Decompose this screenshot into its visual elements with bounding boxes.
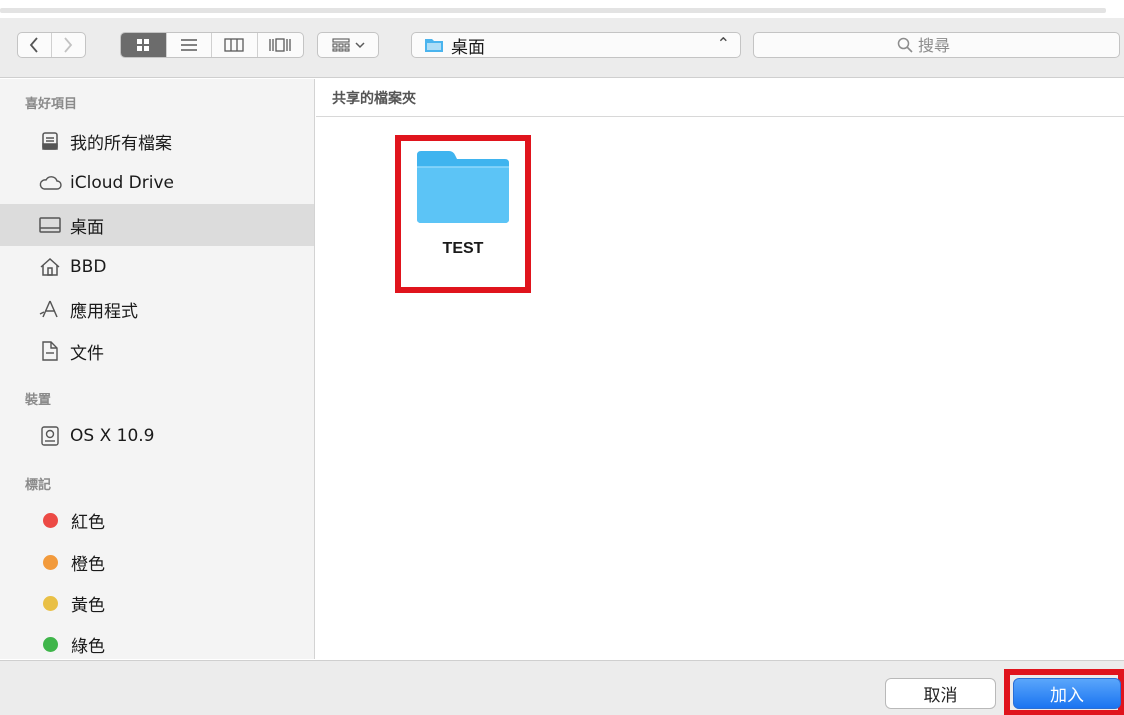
sidebar-item-label: 橙色 bbox=[71, 554, 105, 575]
sidebar-item-label: 綠色 bbox=[71, 636, 105, 657]
list-view-button[interactable] bbox=[167, 33, 212, 57]
sidebar-item-label: 黃色 bbox=[71, 595, 105, 616]
path-popup[interactable]: 桌面 ⌃ bbox=[411, 32, 741, 58]
file-browser: 共享的檔案夾 TEST bbox=[316, 79, 1124, 659]
toolbar: 桌面 ⌃ bbox=[0, 18, 1124, 78]
search-input[interactable] bbox=[918, 35, 976, 55]
sidebar-item-label: 我的所有檔案 bbox=[70, 133, 172, 154]
list-lines-icon bbox=[180, 39, 197, 51]
documents-icon bbox=[38, 339, 62, 363]
path-popup-label: 桌面 bbox=[451, 37, 485, 58]
chevron-left-icon bbox=[30, 37, 38, 53]
sidebar-item-label: iCloud Drive bbox=[70, 173, 175, 193]
chevron-down-icon bbox=[354, 41, 365, 48]
arrange-grid-icon bbox=[331, 38, 350, 52]
columns-icon bbox=[224, 38, 244, 52]
cover-flow-icon bbox=[269, 38, 291, 52]
up-down-arrows-icon: ⌃ bbox=[716, 34, 730, 53]
view-mode-buttons bbox=[120, 32, 304, 58]
search-icon bbox=[897, 37, 913, 53]
sidebar-item-tag-orange[interactable]: 橙色 bbox=[0, 541, 314, 583]
sidebar-item-tag-red[interactable]: 紅色 bbox=[0, 499, 314, 541]
disk-icon bbox=[38, 424, 62, 448]
tags-header: 標記 bbox=[25, 478, 52, 493]
icon-grid-icon bbox=[137, 39, 150, 51]
sidebar-item-disk[interactable]: OS X 10.9 bbox=[0, 415, 314, 457]
arrange-button[interactable] bbox=[317, 32, 379, 58]
desktop-icon bbox=[38, 213, 62, 237]
chevron-right-icon bbox=[64, 37, 73, 53]
sidebar-item-label: OS X 10.9 bbox=[70, 426, 155, 446]
forward-button[interactable] bbox=[52, 33, 86, 57]
icon-view-button[interactable] bbox=[121, 33, 167, 57]
favorites-header: 喜好項目 bbox=[25, 97, 78, 112]
sidebar-item-home[interactable]: BBD bbox=[0, 246, 314, 288]
home-icon bbox=[38, 255, 62, 279]
devices-header: 裝置 bbox=[25, 393, 52, 408]
window-top-strip bbox=[0, 0, 1124, 14]
sidebar-item-label: 紅色 bbox=[71, 512, 105, 533]
sidebar-item-label: BBD bbox=[70, 257, 107, 277]
nav-buttons bbox=[17, 32, 86, 58]
cancel-button[interactable]: 取消 bbox=[885, 678, 996, 709]
cover-flow-button[interactable] bbox=[258, 33, 303, 57]
sidebar-item-all-files[interactable]: 我的所有檔案 bbox=[0, 120, 314, 162]
sidebar-item-documents[interactable]: 文件 bbox=[0, 330, 314, 372]
applications-icon bbox=[38, 297, 62, 321]
add-button[interactable]: 加入 bbox=[1013, 678, 1121, 709]
search-field[interactable] bbox=[753, 32, 1120, 58]
folder-icon bbox=[417, 151, 509, 223]
tag-green-dot-icon bbox=[43, 636, 58, 652]
all-files-icon bbox=[38, 129, 62, 153]
sidebar-item-label: 應用程式 bbox=[70, 301, 138, 322]
sidebar-item-tag-green[interactable]: 綠色 bbox=[0, 623, 314, 665]
sidebar-item-icloud-drive[interactable]: iCloud Drive bbox=[0, 162, 314, 204]
folder-item-test[interactable]: TEST bbox=[395, 135, 531, 293]
sidebar-item-tag-yellow[interactable]: 黃色 bbox=[0, 582, 314, 624]
shared-folder-header: 共享的檔案夾 bbox=[316, 79, 1124, 117]
folder-icon bbox=[425, 39, 443, 52]
column-view-button[interactable] bbox=[212, 33, 258, 57]
tag-orange-dot-icon bbox=[43, 554, 58, 570]
sidebar: 喜好項目 我的所有檔案 iCloud Drive 桌面 BBD 應用程式 文件 … bbox=[0, 79, 315, 659]
sidebar-item-label: 文件 bbox=[70, 343, 104, 364]
tag-yellow-dot-icon bbox=[43, 595, 58, 611]
sidebar-item-applications[interactable]: 應用程式 bbox=[0, 288, 314, 330]
folder-name: TEST bbox=[442, 240, 484, 257]
sidebar-item-desktop[interactable]: 桌面 bbox=[0, 204, 314, 246]
back-button[interactable] bbox=[18, 33, 52, 57]
dialog-footer: 取消 加入 bbox=[0, 660, 1124, 715]
sidebar-item-label: 桌面 bbox=[70, 217, 104, 238]
cloud-icon bbox=[38, 171, 62, 195]
tag-red-dot-icon bbox=[43, 512, 58, 528]
